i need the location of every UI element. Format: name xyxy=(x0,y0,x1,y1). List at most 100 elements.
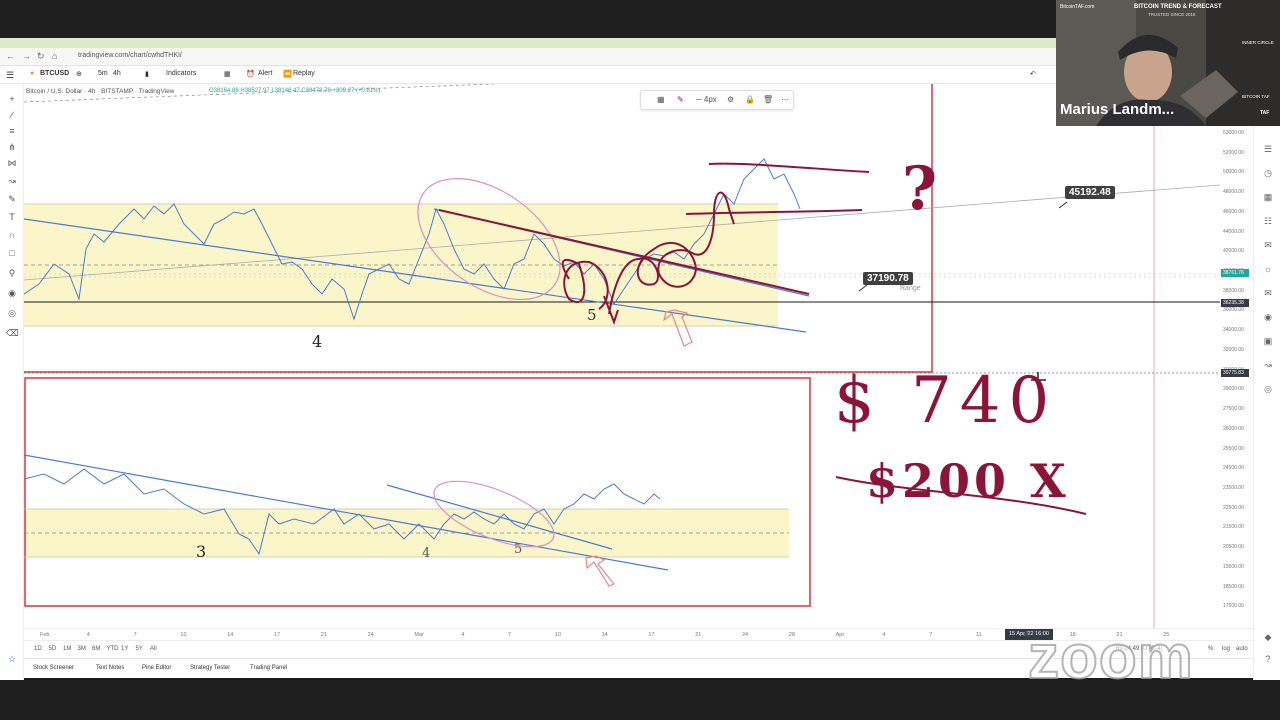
red-frame-lower xyxy=(24,377,811,607)
time-axis-tick: 10 xyxy=(554,632,561,638)
range-button[interactable]: 1Y xyxy=(121,646,128,652)
alert-button[interactable]: Alert xyxy=(258,70,272,77)
tab-pine-editor[interactable]: Pine Editor xyxy=(142,665,171,671)
time-axis-tick: 28 xyxy=(788,632,795,638)
time-axis-tick: 17 xyxy=(274,632,281,638)
layout-icon[interactable]: ▦ xyxy=(224,70,231,78)
more-icon[interactable]: ⋯ xyxy=(781,95,789,104)
price-axis-tick: 48000.00 xyxy=(1223,189,1244,196)
magnet-icon[interactable]: ∩ xyxy=(6,230,18,240)
data-window-icon[interactable]: ▦ xyxy=(1262,192,1274,204)
chart-title: Bitcoin / U.S. Dollar · 4h · BITSTAMP · … xyxy=(26,88,175,95)
price-axis-tick: 38000.00 xyxy=(1223,287,1244,294)
price-axis-tick: 42000.00 xyxy=(1223,248,1244,255)
line-width-icon[interactable]: ─ 4px xyxy=(696,95,717,104)
text-icon[interactable]: T xyxy=(6,212,18,222)
interval-4h[interactable]: 4h xyxy=(113,70,121,77)
forecast-icon[interactable]: ↝ xyxy=(6,176,18,186)
lock-icon[interactable]: 🔒 xyxy=(745,95,755,104)
time-axis-tick: 4 xyxy=(461,632,465,638)
price-label-37190[interactable]: 37190.78 xyxy=(863,272,913,285)
settings-icon[interactable]: ⚙ xyxy=(727,95,734,104)
price-axis: 53000.00 52000.00 50000.00 48000.00 46000.00… xyxy=(1220,84,1253,628)
ideas-icon[interactable]: ☼ xyxy=(1262,264,1274,276)
tab-text-notes[interactable]: Text Notes xyxy=(96,665,124,671)
horizontal-lines-icon[interactable]: ≡ xyxy=(6,126,18,136)
price-axis-tick: 46000.00 xyxy=(1223,208,1244,215)
signal-icon[interactable]: ↝ xyxy=(1262,360,1274,372)
watchlist-icon[interactable]: ☰ xyxy=(1262,144,1274,156)
replay-button[interactable]: Replay xyxy=(293,70,315,77)
auto-toggle[interactable]: auto xyxy=(1236,646,1248,652)
pattern-icon[interactable]: ⋈ xyxy=(6,158,18,168)
chart-canvas[interactable]: 45192.48 37190.78 Range Bitcoin / U.S. D… xyxy=(24,84,1220,628)
chat-icon[interactable]: ✉ xyxy=(1262,240,1274,252)
undo-icon[interactable]: ↶ xyxy=(1030,70,1036,78)
help-icon[interactable]: ? xyxy=(1262,654,1274,666)
pitchfork-icon[interactable]: ⋔ xyxy=(6,142,18,152)
template-icon[interactable]: ▦ xyxy=(657,95,665,104)
add-symbol-icon[interactable]: ⊕ xyxy=(76,70,82,78)
range-text: Range xyxy=(900,285,921,292)
alert-icon[interactable]: ⏰ xyxy=(246,70,255,78)
log-toggle[interactable]: log xyxy=(1222,646,1230,652)
layers-icon[interactable]: ◆ xyxy=(1262,632,1274,644)
reload-icon[interactable]: ↻ xyxy=(37,51,45,62)
chart-type-icon[interactable]: ▮ xyxy=(145,70,149,78)
home-icon[interactable]: ⌂ xyxy=(52,51,57,61)
range-button[interactable]: YTD xyxy=(107,646,119,652)
ruler-icon[interactable]: □ xyxy=(6,248,18,258)
back-icon[interactable]: ← xyxy=(6,51,15,61)
calendar-icon[interactable]: ▣ xyxy=(1262,336,1274,348)
price-axis-tick: 44000.00 xyxy=(1223,228,1244,235)
arrow-lower xyxy=(585,555,615,587)
forward-icon[interactable]: → xyxy=(22,51,31,61)
time-axis-tick: 21 xyxy=(320,632,327,638)
range-button[interactable]: 6M xyxy=(92,646,100,652)
range-button[interactable]: 5D xyxy=(49,646,57,652)
bookmarks-bar xyxy=(0,38,1056,48)
remove-drawings-icon[interactable]: ⌫ xyxy=(6,328,19,338)
right-widget-bar: ☰ ◷ ▦ ☷ ✉ ☼ ✉ ◉ ▣ ↝ ◎ ◆ ? xyxy=(1253,84,1280,680)
url-field[interactable]: tradingview.com/chart/cwhdTHKI/ xyxy=(78,52,182,59)
tab-strategy-tester[interactable]: Strategy Tester xyxy=(190,665,230,671)
crosshair-icon[interactable]: + xyxy=(6,94,18,104)
zoom-in-icon[interactable]: ⚲ xyxy=(6,268,18,278)
tab-stock-screener[interactable]: Stock Screener xyxy=(33,665,74,671)
price-axis-tick: 18500.00 xyxy=(1223,583,1244,590)
range-button[interactable]: 1D xyxy=(34,646,42,652)
wave-label-5-lower: 5 xyxy=(514,542,523,557)
time-axis-tick: 24 xyxy=(742,632,749,638)
range-button[interactable]: 5Y xyxy=(136,646,143,652)
favorites-star-icon[interactable]: ☆ xyxy=(6,654,18,664)
brush-icon[interactable]: ✎ xyxy=(6,194,18,204)
range-button[interactable]: 3M xyxy=(78,646,86,652)
time-axis-tick: 14 xyxy=(227,632,234,638)
range-button[interactable]: 1M xyxy=(63,646,71,652)
replay-icon[interactable]: ⏪ xyxy=(283,70,292,78)
percent-toggle[interactable]: % xyxy=(1208,646,1213,652)
streams-icon[interactable]: ◉ xyxy=(1262,312,1274,324)
price-label-45192[interactable]: 45192.48 xyxy=(1065,186,1115,199)
price-axis-tick: 24500.00 xyxy=(1223,465,1244,472)
eye-icon[interactable]: ◎ xyxy=(6,308,18,318)
time-axis-tick: 17 xyxy=(648,632,655,638)
bitcoin-icon: ● xyxy=(30,70,35,77)
sidebar-item-taf: TAF xyxy=(1260,110,1270,116)
interval-5m[interactable]: 5m xyxy=(98,70,108,77)
menu-icon[interactable]: ☰ xyxy=(6,70,14,81)
range-button[interactable]: All xyxy=(150,646,157,652)
alerts-clock-icon[interactable]: ◷ xyxy=(1262,168,1274,180)
trash-icon[interactable]: 🗑 xyxy=(763,95,773,104)
pen-color-icon[interactable]: ✎ xyxy=(677,95,684,104)
broadcast-icon[interactable]: ◎ xyxy=(1262,384,1274,396)
notifications-icon[interactable]: ✉ xyxy=(1262,288,1274,300)
symbol-search[interactable]: BTCUSD xyxy=(40,70,69,77)
tab-trading-panel[interactable]: Trading Panel xyxy=(250,665,287,671)
trendline-icon[interactable]: ∕ xyxy=(6,110,18,120)
hotlist-icon[interactable]: ☷ xyxy=(1262,216,1274,228)
indicators-button[interactable]: Indicators xyxy=(166,70,196,77)
lock-drawings-icon[interactable]: ◉ xyxy=(6,288,18,298)
banner-text: BITCOIN TREND & FORECAST xyxy=(1134,4,1222,10)
time-axis-tick: Apr xyxy=(835,632,845,638)
